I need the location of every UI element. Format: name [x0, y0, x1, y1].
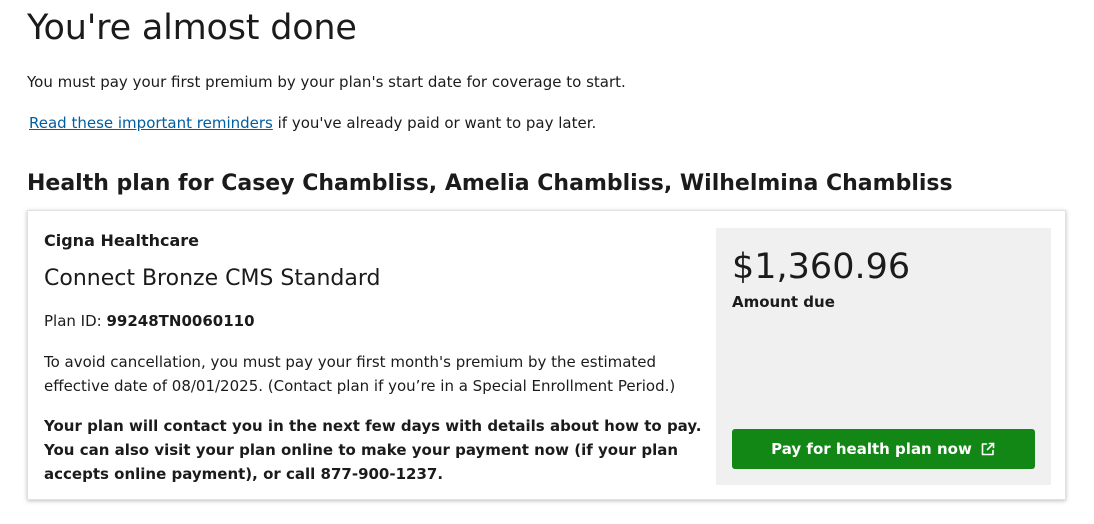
intro-text: You must pay your first premium by your …	[27, 73, 626, 91]
payment-panel: $1,360.96 Amount due Pay for health plan…	[716, 228, 1051, 485]
plan-id: Plan ID: 99248TN0060110	[44, 311, 255, 331]
reminder-suffix: if you've already paid or want to pay la…	[272, 114, 597, 132]
plan-id-value: 99248TN0060110	[106, 312, 255, 330]
section-heading: Health plan for Casey Chambliss, Amelia …	[27, 171, 953, 196]
pay-button-label: Pay for health plan now	[771, 440, 972, 458]
contact-note: Your plan will contact you in the next f…	[44, 417, 702, 483]
reminder-line: Read these important reminders if you've…	[29, 113, 596, 133]
plan-name: Connect Bronze CMS Standard	[44, 266, 381, 291]
cancellation-note: To avoid cancellation, you must pay your…	[44, 353, 676, 395]
pay-health-plan-button[interactable]: Pay for health plan now	[732, 429, 1035, 469]
external-link-icon	[980, 441, 996, 457]
amount-due-value: $1,360.96	[732, 247, 911, 287]
plan-card: Cigna Healthcare Connect Bronze CMS Stan…	[27, 210, 1066, 500]
amount-due-label: Amount due	[732, 293, 835, 311]
plan-id-label: Plan ID:	[44, 312, 107, 330]
page-title: You're almost done	[27, 8, 357, 48]
reminders-link[interactable]: Read these important reminders	[29, 114, 273, 132]
issuer-name: Cigna Healthcare	[44, 231, 200, 250]
